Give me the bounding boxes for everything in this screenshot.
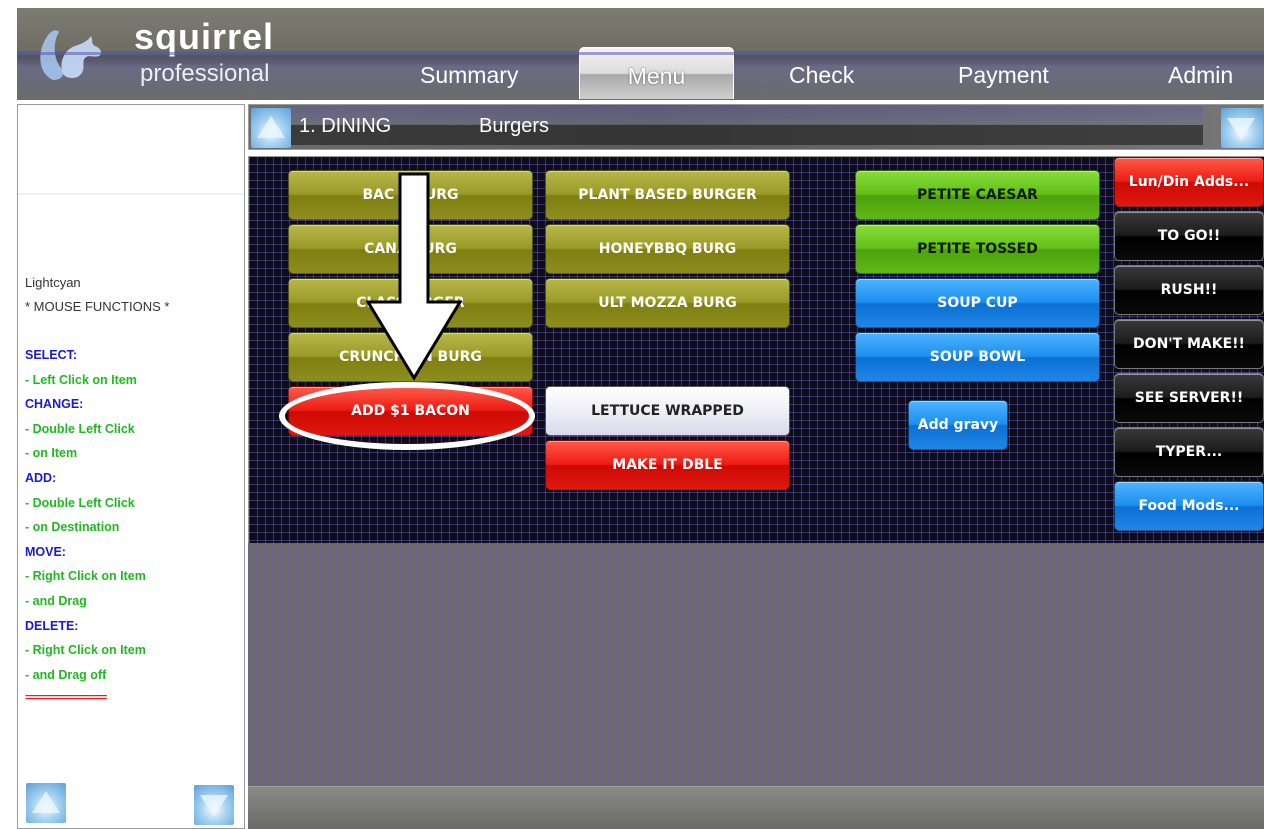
- pos-window: squirrel professional Summary Menu Check…: [0, 0, 1264, 829]
- food-mods-button[interactable]: Food Mods...: [1114, 481, 1264, 531]
- lun-din-adds-button[interactable]: Lun/Din Adds...: [1114, 157, 1264, 207]
- mouse-function-line: SELECT:: [25, 348, 78, 362]
- petite-caesar-button[interactable]: PETITE CAESAR: [855, 170, 1100, 220]
- mouse-function-line: - Right Click on Item: [25, 643, 146, 658]
- mouse-function-line: - Double Left Click: [25, 495, 135, 510]
- bac-burg-button[interactable]: BAC C BURG: [288, 170, 533, 220]
- breadcrumb-section: 1. DINING: [299, 115, 392, 137]
- dont-make-button[interactable]: DON'T MAKE!!: [1114, 319, 1264, 369]
- mouse-function-line: - Right Click on Item: [25, 569, 146, 584]
- panel-scroll-up-button[interactable]: [26, 783, 66, 823]
- arrow-down-icon: [200, 795, 228, 817]
- mouse-function-line: ADD:: [25, 471, 57, 485]
- mouse-function-line: ===============: [25, 692, 107, 705]
- soup-bowl-button[interactable]: SOUP BOWL: [855, 332, 1100, 382]
- squirrel-logo-icon: [33, 24, 105, 82]
- mouse-function-line: - on Destination: [25, 520, 120, 535]
- tab-admin[interactable]: Admin: [1168, 62, 1233, 89]
- rush-button[interactable]: RUSH!!: [1114, 265, 1264, 315]
- app-header: squirrel professional Summary Menu Check…: [17, 8, 1264, 100]
- arrow-up-icon: [257, 116, 285, 138]
- canadian-burg-button[interactable]: CANA BURG: [288, 224, 533, 274]
- breadcrumb: 1. DINING Burgers: [248, 104, 1264, 150]
- breadcrumb-highlight: [289, 106, 1203, 124]
- tab-menu[interactable]: Menu: [579, 47, 734, 99]
- add-bacon-button[interactable]: ADD $1 BACON: [288, 386, 533, 436]
- typer-button[interactable]: TYPER...: [1114, 427, 1264, 477]
- petite-tossed-button[interactable]: PETITE TOSSED: [855, 224, 1100, 274]
- color-name-label: Lightcyan: [25, 275, 81, 290]
- mouse-function-line: CHANGE:: [25, 397, 84, 412]
- mouse-function-line: - on Item: [25, 446, 78, 461]
- ult-mozza-burg-button[interactable]: ULT MOZZA BURG: [545, 278, 790, 328]
- make-it-dble-button[interactable]: MAKE IT DBLE: [545, 440, 790, 490]
- crunch-burg-button[interactable]: CRUNCH AN BURG: [288, 332, 533, 382]
- status-bar: [248, 786, 1264, 829]
- mouse-functions-heading: * MOUSE FUNCTIONS *: [25, 299, 170, 314]
- mouse-function-line: - and Drag off: [25, 667, 107, 682]
- mouse-function-line: - Left Click on Item: [25, 372, 137, 387]
- panel-divider: [18, 193, 244, 195]
- breadcrumb-shadow: [289, 125, 1203, 145]
- breadcrumb-category: Burgers: [479, 115, 550, 137]
- classic-burger-button[interactable]: CLASS URGER: [288, 278, 533, 328]
- arrow-down-icon: [1227, 118, 1255, 140]
- logo-subtitle: professional: [140, 60, 270, 87]
- lettuce-wrapped-button[interactable]: LETTUCE WRAPPED: [545, 386, 790, 436]
- mouse-functions-panel: Lightcyan * MOUSE FUNCTIONS * SELECT: - …: [17, 104, 245, 829]
- tab-payment[interactable]: Payment: [958, 62, 1049, 89]
- to-go-button[interactable]: TO GO!!: [1114, 211, 1264, 261]
- tab-summary[interactable]: Summary: [420, 62, 518, 89]
- panel-scroll-down-button[interactable]: [194, 785, 234, 825]
- honeybbq-burg-button[interactable]: HONEYBBQ BURG: [545, 224, 790, 274]
- logo-title: squirrel: [134, 16, 275, 57]
- arrow-up-icon: [32, 791, 60, 813]
- category-next-button[interactable]: [1221, 108, 1263, 148]
- empty-button-area: [248, 543, 1264, 786]
- mouse-function-line: DELETE:: [25, 618, 79, 633]
- soup-cup-button[interactable]: SOUP CUP: [855, 278, 1100, 328]
- category-prev-button[interactable]: [251, 108, 291, 148]
- mouse-function-line: MOVE:: [25, 544, 66, 559]
- plant-based-burger-button[interactable]: PLANT BASED BURGER: [545, 170, 790, 220]
- mouse-function-line: - Double Left Click: [25, 421, 135, 436]
- see-server-button[interactable]: SEE SERVER!!: [1114, 373, 1264, 423]
- tab-check[interactable]: Check: [789, 62, 854, 89]
- add-gravy-button[interactable]: Add gravy: [908, 400, 1008, 450]
- mouse-function-line: - and Drag: [25, 594, 87, 608]
